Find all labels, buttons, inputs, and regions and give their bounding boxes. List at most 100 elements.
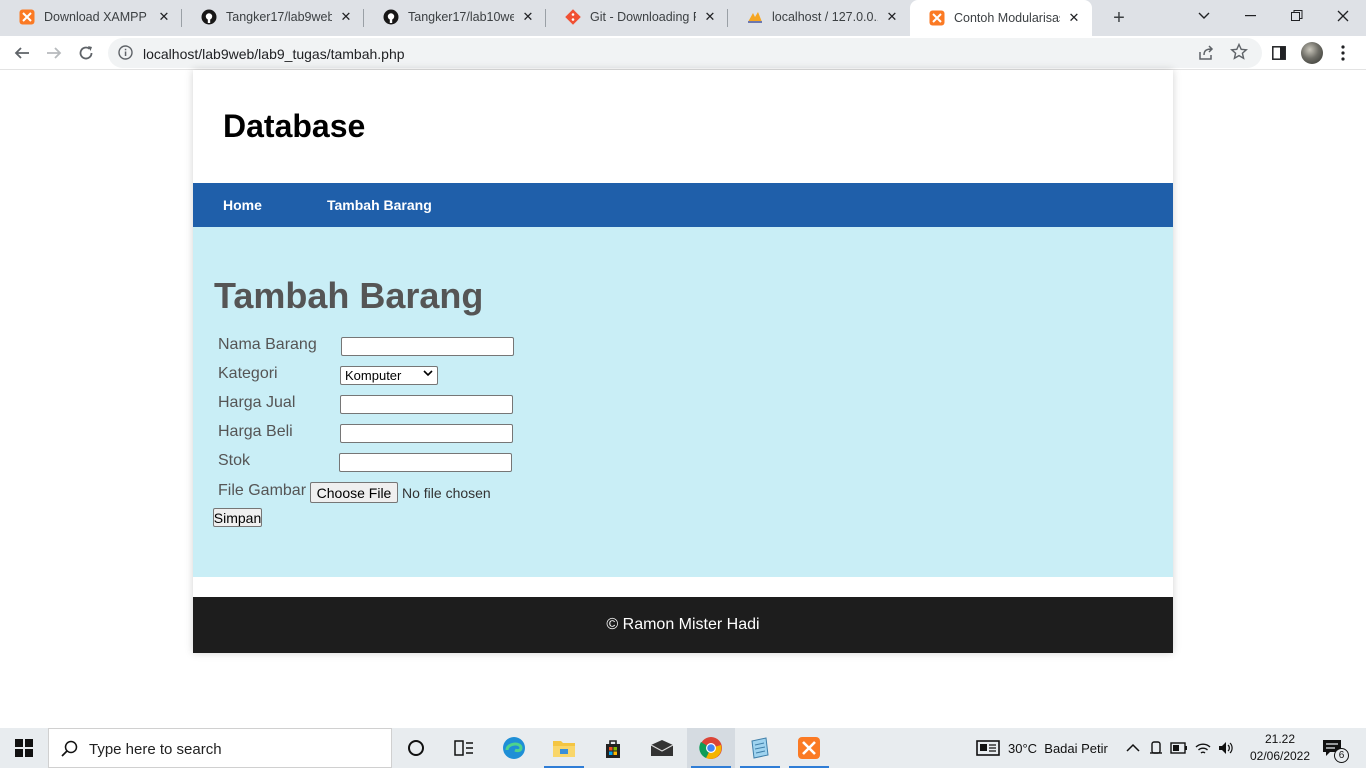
wifi-icon [1195,743,1211,754]
task-view-icon [454,740,473,756]
weather-widget[interactable]: 30°C Badai Petir [976,728,1108,768]
git-icon [565,9,581,25]
weather-text: 30°C Badai Petir [1008,740,1108,756]
info-icon[interactable] [118,45,133,65]
search-placeholder: Type here to search [89,741,222,758]
notification-center-button[interactable]: 6 [1322,728,1349,768]
close-icon[interactable]: ✕ [520,9,536,25]
cortana-button[interactable] [392,728,440,768]
xampp-icon [798,737,820,759]
restore-button[interactable] [1274,0,1320,32]
news-icon [976,740,1000,756]
reload-icon [79,46,93,60]
tab-git-downloading[interactable]: Git - Downloading Pac ✕ [546,0,728,34]
taskbar-search-box[interactable]: Type here to search [48,728,392,768]
cortana-icon [408,740,424,756]
stok-label: Stok [218,452,251,469]
tab-lab9web[interactable]: Tangker17/lab9web ✕ [182,0,364,34]
tab-title: localhost / 127.0.0.1 / [772,10,878,24]
nav-home-link[interactable]: Home [223,197,262,213]
xampp-icon [19,9,35,25]
notepad-icon [751,737,769,759]
file-status-text: No file chosen [402,485,491,501]
github-icon [201,9,217,25]
tab-phpmyadmin[interactable]: localhost / 127.0.0.1 / ✕ [728,0,910,34]
new-tab-button[interactable]: + [1107,6,1131,30]
system-tray [1126,728,1234,768]
store-icon [606,740,620,758]
restore-icon [1291,10,1303,21]
tab-title: Download XAMPP [44,10,147,24]
xampp-taskbar-button[interactable] [785,728,833,768]
tab-lab10web[interactable]: Tangker17/lab10web ✕ [364,0,546,34]
kategori-select[interactable]: Komputer [340,366,438,385]
nama-barang-input[interactable] [341,337,514,356]
github-icon [383,9,399,25]
profile-avatar[interactable] [1301,42,1323,64]
browser-tab-strip: Download XAMPP ✕ Tangker17/lab9web ✕ Tan… [0,0,1366,36]
site-header: Database [193,70,1173,183]
url-text[interactable]: localhost/lab9web/lab9_tugas/tambah.php [143,46,405,62]
site-footer: © Ramon Mister Hadi [193,597,1173,653]
clock-time: 21.22 [1264,732,1296,746]
tab-download-xampp[interactable]: Download XAMPP ✕ [0,0,182,34]
nav-tambah-barang-link[interactable]: Tambah Barang [327,197,432,213]
chrome-icon [699,737,722,759]
harga-beli-label: Harga Beli [218,423,293,440]
close-icon[interactable]: ✕ [1066,10,1082,26]
close-icon [1337,10,1349,22]
close-window-button[interactable] [1320,0,1366,32]
back-button[interactable] [8,39,36,67]
folder-icon [553,741,575,757]
tab-contoh-modularisasi[interactable]: Contoh Modularisasi ✕ [910,0,1092,36]
close-icon[interactable]: ✕ [702,9,718,25]
tab-search-button[interactable] [1181,0,1227,32]
share-icon[interactable] [1198,44,1215,66]
chevron-up-icon [1126,743,1140,752]
minimize-button[interactable] [1228,0,1274,32]
start-button[interactable] [0,728,48,768]
choose-file-button[interactable]: Choose File [310,482,398,503]
tab-title: Git - Downloading Pac [590,10,696,24]
phpmyadmin-icon [747,9,763,25]
harga-beli-input[interactable] [340,424,513,443]
tab-title: Contoh Modularisasi [954,11,1060,25]
battery-icon [1170,742,1187,754]
simpan-button[interactable]: Simpan [213,508,262,527]
volume-icon [1219,742,1233,754]
harga-jual-input[interactable] [340,395,513,414]
bookmark-star-icon[interactable] [1230,42,1248,66]
main-nav: Home Tambah Barang [193,183,1173,227]
search-icon [61,740,78,762]
edge-icon [503,737,525,759]
more-vert-icon [1341,45,1345,61]
arrow-left-icon [14,47,29,59]
chevron-down-icon [1198,12,1210,19]
address-bar[interactable]: localhost/lab9web/lab9_tugas/tambah.php [108,38,1262,68]
harga-jual-label: Harga Jual [218,394,296,411]
store-taskbar-button[interactable] [589,728,637,768]
task-view-button[interactable] [440,728,488,768]
tab-title: Tangker17/lab9web [226,10,332,24]
stok-input[interactable] [339,453,512,472]
notification-count-badge: 6 [1334,748,1349,763]
xampp-icon [929,10,945,26]
arrow-right-icon [47,47,62,59]
edge-taskbar-button[interactable] [490,728,538,768]
close-icon[interactable]: ✕ [156,9,172,25]
mail-taskbar-button[interactable] [638,728,686,768]
side-panel-button[interactable] [1266,40,1292,66]
notepad-taskbar-button[interactable] [736,728,784,768]
mail-icon [650,740,674,756]
close-icon[interactable]: ✕ [338,9,354,25]
chrome-menu-button[interactable] [1330,40,1356,66]
file-explorer-taskbar-button[interactable] [540,728,588,768]
form-heading: Tambah Barang [214,275,484,316]
chevron-down-icon [423,369,433,380]
close-icon[interactable]: ✕ [884,9,900,25]
taskbar-clock[interactable]: 21.22 02/06/2022 [1240,731,1320,765]
minimize-icon [1245,15,1256,17]
chrome-taskbar-button[interactable] [687,728,735,768]
reload-button[interactable] [72,39,100,67]
forward-button[interactable] [40,39,68,67]
